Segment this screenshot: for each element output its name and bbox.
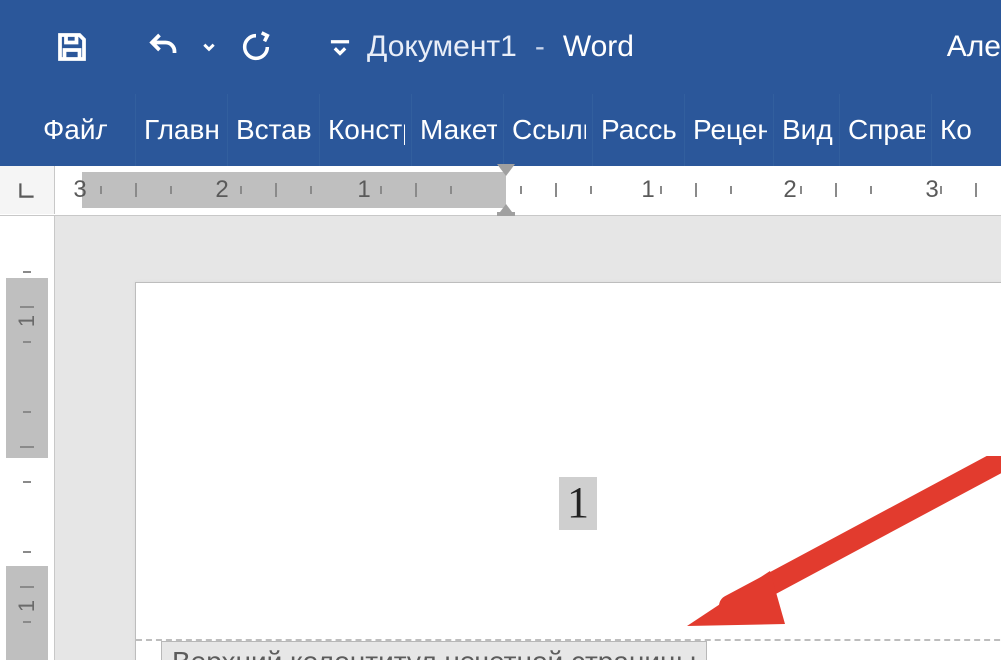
ruler-number: 3 [925,176,938,204]
tab-label: Рассы. [601,114,678,146]
save-icon [54,29,90,65]
tab-label: Ссылк [512,114,586,146]
work-area: 11 1 Верхний колонтитул нечетной страниц… [0,216,1001,660]
redo-button[interactable] [234,25,278,69]
page[interactable]: 1 Верхний колонтитул нечетной страницы [135,282,1001,660]
tab-label: Вставк [236,114,313,146]
tab-рецен[interactable]: Рецен [684,94,773,166]
header-section-label: Верхний колонтитул нечетной страницы [161,641,707,660]
user-name: Але [947,30,1001,64]
quick-access-toolbar [0,25,362,69]
tab-вставк[interactable]: Вставк [227,94,319,166]
document-canvas[interactable]: 1 Верхний колонтитул нечетной страницы [55,216,1001,660]
customize-qat-button[interactable] [318,25,362,69]
page-number-field[interactable]: 1 [559,477,597,530]
ruler-number: 2 [215,176,228,204]
tab-файл[interactable]: Файл [25,94,135,166]
save-button[interactable] [50,25,94,69]
tab-label: Констр [328,114,405,146]
ribbon-tabs: Файл Главна Вставк Констр Макет Ссылк Рассы. Ре… [0,94,1001,166]
tab-label: Рецен [693,114,767,146]
tab-label: Макет [420,114,497,146]
tab-главна[interactable]: Главна [135,94,227,166]
tab-рассы.[interactable]: Рассы. [592,94,684,166]
horizontal-ruler-row: 3 2 1 1 2 3 [0,166,1001,216]
ruler-number: 2 [783,176,796,204]
tab-label: Вид [782,114,833,146]
tab-ссылк[interactable]: Ссылк [503,94,592,166]
user-account[interactable]: Але [931,0,1001,94]
ruler-number: 3 [73,176,86,204]
app-name: Word [563,30,634,64]
tab-констр[interactable]: Констр [319,94,411,166]
ruler-number: 1 [641,176,654,204]
title-bar: Документ1 - Word Але [0,0,1001,94]
ruler-number: 1 [357,176,370,204]
tab-label: Файл [43,114,107,146]
tab-stop-icon [16,179,38,201]
tab-label: Главна [144,114,221,146]
first-line-indent-marker[interactable] [497,164,515,176]
horizontal-ruler[interactable]: 3 2 1 1 2 3 [55,166,1001,214]
tab-ко[interactable]: Ко [931,94,991,166]
vruler-number: 1 [14,315,40,327]
undo-icon [146,29,182,65]
redo-icon [239,30,273,64]
tab-label: Ко [940,114,972,146]
chevron-down-icon [202,40,216,54]
tab-вид[interactable]: Вид [773,94,839,166]
vertical-ruler[interactable]: 11 [0,216,55,660]
title-dash: - [535,30,545,64]
tab-справ[interactable]: Справ [839,94,931,166]
tab-макет[interactable]: Макет [411,94,503,166]
tab-selector[interactable] [0,166,55,214]
vruler-number: 1 [14,600,40,612]
tab-label: Справ [848,114,925,146]
customize-icon [327,34,353,60]
document-name: Документ1 [367,30,517,64]
undo-button[interactable] [134,25,194,69]
